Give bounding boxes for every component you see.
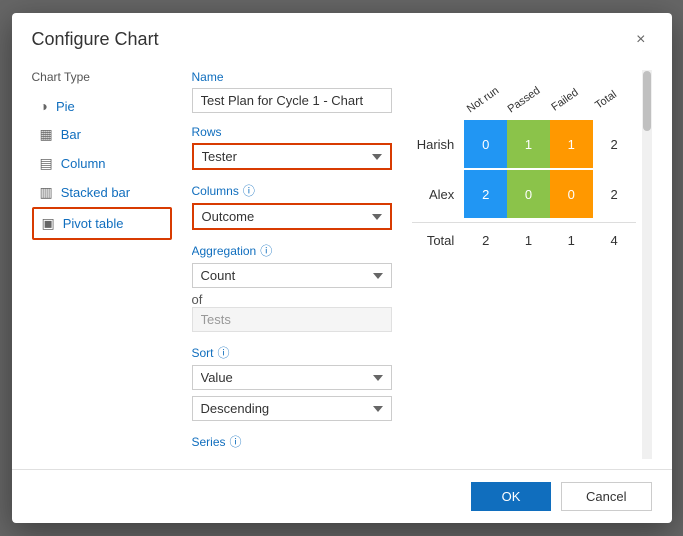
cell-alex-passed: 0 (507, 170, 550, 218)
pivot-row-harish: Harish 0 1 1 2 (412, 120, 636, 168)
chart-type-pivot-table-label: Pivot table (63, 216, 124, 231)
chart-type-title: Chart Type (32, 70, 172, 84)
chart-type-column[interactable]: ▤ Column (32, 149, 172, 178)
chart-type-pivot-table[interactable]: ▣ Pivot table (32, 207, 172, 240)
pie-icon: ◑ (40, 98, 48, 114)
columns-label: Columns ⓘ (192, 182, 392, 199)
chart-type-stacked-bar-label: Stacked bar (61, 185, 130, 200)
stacked-bar-icon: ▥ (40, 184, 53, 201)
cell-alex-notrun: 2 (464, 170, 507, 218)
chart-type-stacked-bar[interactable]: ▥ Stacked bar (32, 178, 172, 207)
series-info-icon: ⓘ (230, 433, 242, 450)
pivot-body: Harish 0 1 1 2 Alex 2 0 0 2 (412, 120, 636, 218)
pivot-total-row: Total 2 1 1 4 (412, 222, 636, 254)
rows-select[interactable]: Tester Outcome Priority (192, 143, 392, 170)
pivot-table-icon: ▣ (42, 215, 55, 232)
close-button[interactable]: × (630, 30, 651, 50)
cell-harish-passed: 1 (507, 120, 550, 168)
total-all: 4 (593, 233, 636, 248)
pivot-header-row: Not run Passed Failed Total (472, 70, 636, 120)
column-icon: ▤ (40, 155, 53, 172)
cell-alex-failed: 0 (550, 170, 593, 218)
dialog-footer: OK Cancel (12, 469, 672, 523)
aggregation-label: Aggregation ⓘ (192, 242, 392, 259)
dialog-title: Configure Chart (32, 29, 159, 50)
sort-select[interactable]: Value Label (192, 365, 392, 390)
rows-label: Rows (192, 125, 392, 139)
of-text: of (192, 292, 392, 307)
total-label: Total (412, 233, 465, 248)
sort-label: Sort ⓘ (192, 344, 392, 361)
row-label-harish: Harish (412, 137, 465, 152)
series-label: Series ⓘ (192, 433, 392, 450)
ok-button[interactable]: OK (471, 482, 551, 511)
cell-harish-notrun: 0 (464, 120, 507, 168)
cell-alex-total: 2 (593, 170, 636, 218)
sort-direction-select[interactable]: Descending Ascending (192, 396, 392, 421)
total-passed: 1 (507, 233, 550, 248)
total-failed: 1 (550, 233, 593, 248)
chart-type-pie[interactable]: ◑ Pie (32, 92, 172, 120)
name-label: Name (192, 70, 392, 84)
chart-type-panel: Chart Type ◑ Pie ▦ Bar ▤ Column ▥ Stacke… (32, 70, 172, 459)
columns-info-icon: ⓘ (243, 182, 255, 199)
dialog-body: Chart Type ◑ Pie ▦ Bar ▤ Column ▥ Stacke… (12, 60, 672, 469)
aggregation-info-icon: ⓘ (260, 242, 272, 259)
bar-icon: ▦ (40, 126, 53, 143)
chart-type-pie-label: Pie (56, 99, 75, 114)
row-label-alex: Alex (412, 187, 465, 202)
configure-chart-dialog: Configure Chart × Chart Type ◑ Pie ▦ Bar… (12, 13, 672, 523)
dialog-header: Configure Chart × (12, 13, 672, 60)
form-panel: Name Rows Tester Outcome Priority Column… (192, 70, 392, 459)
pivot-chart: Not run Passed Failed Total Harish 0 1 1… (412, 70, 652, 459)
pivot-row-alex: Alex 2 0 0 2 (412, 170, 636, 218)
of-input (192, 307, 392, 332)
chart-type-bar-label: Bar (61, 127, 81, 142)
columns-select[interactable]: Outcome Tester Priority (192, 203, 392, 230)
name-input[interactable] (192, 88, 392, 113)
cancel-button[interactable]: Cancel (561, 482, 651, 511)
sort-info-icon: ⓘ (218, 344, 230, 361)
chart-type-column-label: Column (61, 156, 106, 171)
scroll-thumb[interactable] (643, 71, 651, 131)
cell-harish-total: 2 (593, 120, 636, 168)
aggregation-select[interactable]: Count Sum (192, 263, 392, 288)
total-notrun: 2 (464, 233, 507, 248)
scrollbar[interactable] (642, 70, 652, 459)
pivot-chart-panel: Not run Passed Failed Total Harish 0 1 1… (412, 70, 652, 459)
cell-harish-failed: 1 (550, 120, 593, 168)
chart-type-bar[interactable]: ▦ Bar (32, 120, 172, 149)
